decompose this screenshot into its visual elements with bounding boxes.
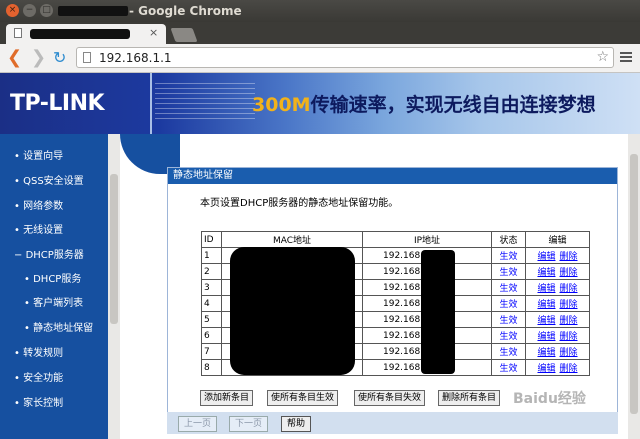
sidebar-item-dhcp-service[interactable]: • DHCP服务 — [24, 270, 81, 290]
panel-description: 本页设置DHCP服务器的静态地址保留功能。 — [200, 198, 399, 209]
delete-link[interactable]: 删除 — [560, 300, 578, 310]
sidebar-item-qss[interactable]: • QSS安全设置 — [14, 172, 84, 192]
url-text: 192.168.1.1 — [99, 51, 172, 65]
banner-slogan: 300M传输速率，实现无线自由连接梦想 — [252, 90, 596, 117]
column-header-edit: 编辑 — [525, 231, 590, 248]
page-icon — [83, 52, 91, 63]
delete-link[interactable]: 删除 — [560, 364, 578, 374]
forward-arrow-icon[interactable]: ❯ — [31, 48, 46, 68]
banner-divider — [150, 73, 152, 134]
active-tab[interactable]: × — [6, 24, 166, 44]
reload-icon[interactable]: ↻ — [53, 48, 66, 68]
sidebar-item-security[interactable]: • 安全功能 — [14, 369, 63, 389]
window-title: - Google Chrome — [129, 4, 242, 18]
delete-link[interactable]: 删除 — [560, 252, 578, 262]
window-titlebar: × − □ - Google Chrome — [0, 0, 640, 22]
content-scroll-thumb[interactable] — [630, 154, 638, 414]
redacted-ip-block — [421, 250, 455, 374]
sidebar-item-static-reservation[interactable]: • 静态地址保留 — [24, 319, 93, 339]
delete-link[interactable]: 删除 — [560, 348, 578, 358]
sidebar-scroll-thumb[interactable] — [110, 174, 118, 324]
prev-page-button[interactable]: 上一页 — [178, 416, 218, 432]
edit-link[interactable]: 编辑 — [537, 316, 555, 326]
edit-link[interactable]: 编辑 — [537, 268, 555, 278]
delete-all-button[interactable]: 删除所有条目 — [438, 390, 501, 406]
sidebar-item-forwarding[interactable]: • 转发规则 — [14, 344, 63, 364]
delete-link[interactable]: 删除 — [560, 332, 578, 342]
close-window-icon[interactable]: × — [6, 4, 19, 17]
column-header-status: 状态 — [491, 231, 526, 248]
redacted-tab-title — [30, 29, 130, 39]
pagination-bar: 上一页 下一页 帮助 — [167, 412, 618, 434]
baidu-watermark: Baidu经验 — [513, 391, 586, 407]
slogan-highlight: 300M — [252, 94, 311, 116]
speed-lines-decoration — [155, 83, 255, 123]
column-header-mac: MAC地址 — [221, 231, 363, 248]
column-header-ip: IP地址 — [362, 231, 492, 248]
edit-link[interactable]: 编辑 — [537, 364, 555, 374]
sidebar-item-client-list[interactable]: • 客户端列表 — [24, 294, 83, 314]
browser-toolbar: ❮ ❯ ↻ 192.168.1.1 ☆ — [0, 44, 640, 73]
enable-all-button[interactable]: 使所有条目生效 — [267, 390, 339, 406]
sidebar-item-network[interactable]: • 网络参数 — [14, 197, 63, 217]
table-header-row: ID MAC地址 IP地址 状态 编辑 — [201, 231, 590, 248]
back-arrow-icon[interactable]: ❮ — [7, 48, 22, 68]
edit-link[interactable]: 编辑 — [537, 300, 555, 310]
document-icon — [14, 28, 22, 38]
bookmark-star-icon[interactable]: ☆ — [596, 49, 609, 65]
column-header-id: ID — [201, 231, 222, 248]
panel-title: 静态地址保留 — [173, 170, 233, 181]
content-scrollbar[interactable] — [628, 134, 640, 439]
maximize-window-icon[interactable]: □ — [40, 4, 53, 17]
sidebar-item-setup-wizard[interactable]: • 设置向导 — [14, 147, 63, 167]
delete-link[interactable]: 删除 — [560, 284, 578, 294]
close-tab-icon[interactable]: × — [149, 26, 158, 39]
sidebar-scrollbar[interactable] — [108, 134, 120, 439]
edit-link[interactable]: 编辑 — [537, 332, 555, 342]
sidebar-item-dhcp-server[interactable]: − DHCP服务器 — [14, 246, 84, 266]
redacted-title-block — [58, 6, 128, 16]
panel-header: 静态地址保留 — [168, 168, 617, 184]
disable-all-button[interactable]: 使所有条目失效 — [354, 390, 426, 406]
sidebar-item-parental-control[interactable]: • 家长控制 — [14, 394, 63, 414]
help-button[interactable]: 帮助 — [281, 416, 312, 432]
menu-icon[interactable] — [620, 52, 632, 64]
sidebar-menu: • 设置向导 • QSS安全设置 • 网络参数 • 无线设置 − DHCP服务器… — [0, 134, 108, 439]
tp-link-logo: TP-LINK — [10, 91, 105, 116]
minimize-window-icon[interactable]: − — [23, 4, 36, 17]
edit-link[interactable]: 编辑 — [537, 252, 555, 262]
next-page-button[interactable]: 下一页 — [229, 416, 269, 432]
delete-link[interactable]: 删除 — [560, 268, 578, 278]
tab-strip: × — [0, 22, 640, 44]
sidebar-item-wireless[interactable]: • 无线设置 — [14, 221, 63, 241]
slogan-text: 传输速率，实现无线自由连接梦想 — [310, 94, 596, 116]
address-bar[interactable]: 192.168.1.1 ☆ — [76, 47, 614, 68]
add-entry-button[interactable]: 添加新条目 — [200, 390, 254, 406]
edit-link[interactable]: 编辑 — [537, 284, 555, 294]
redacted-mac-block — [230, 247, 355, 375]
router-banner: TP-LINK 300M传输速率，实现无线自由连接梦想 — [0, 73, 640, 134]
delete-link[interactable]: 删除 — [560, 316, 578, 326]
edit-link[interactable]: 编辑 — [537, 348, 555, 358]
new-tab-button[interactable] — [170, 28, 198, 42]
